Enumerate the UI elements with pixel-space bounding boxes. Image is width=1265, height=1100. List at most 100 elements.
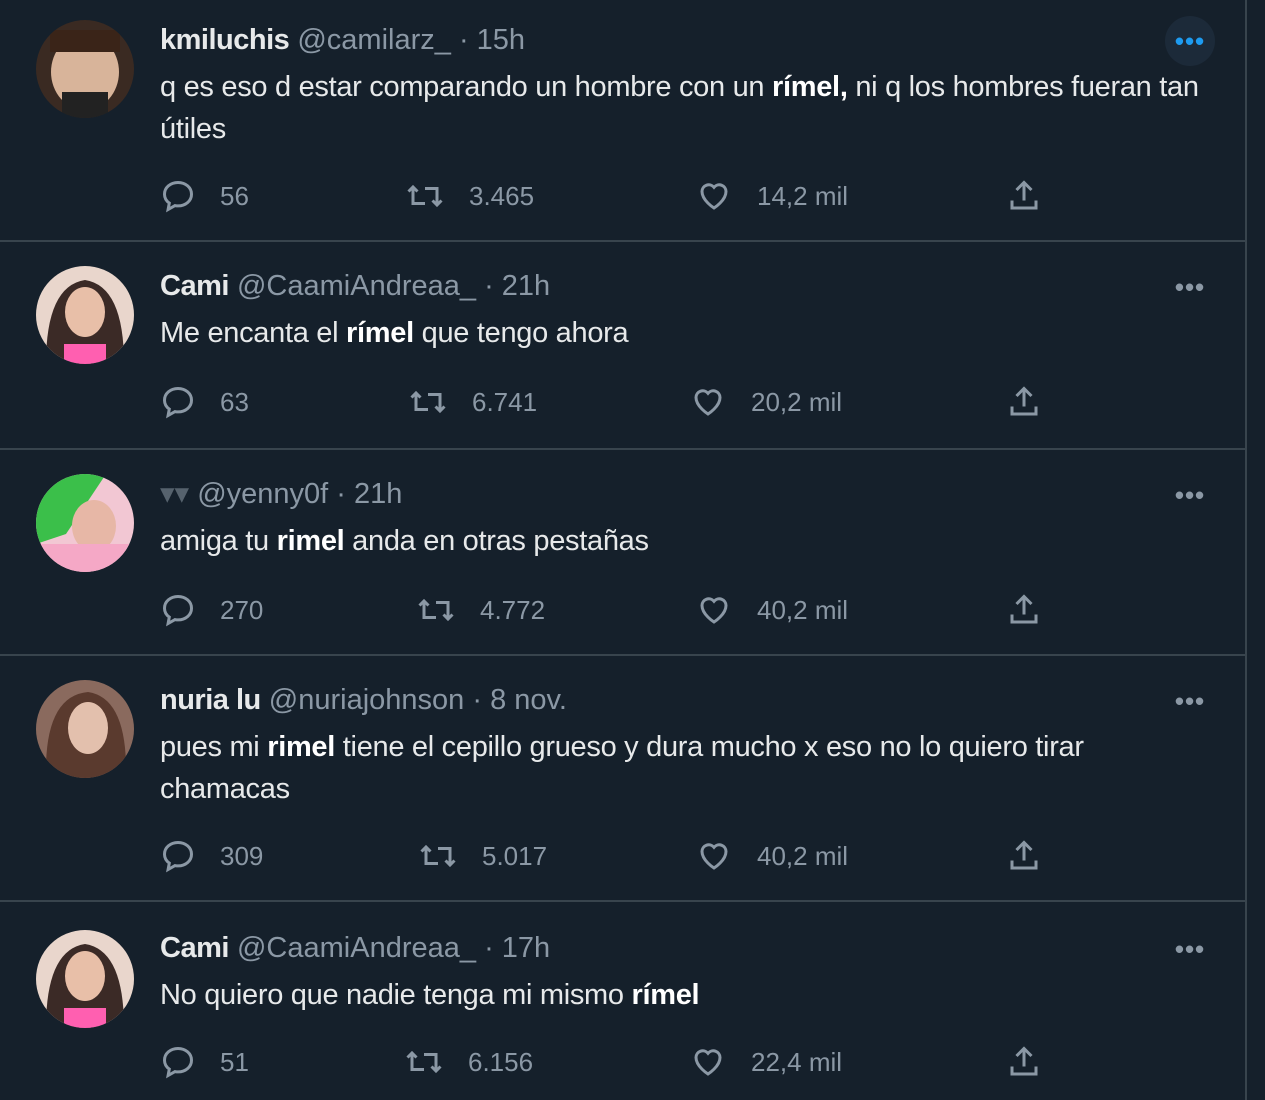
avatar[interactable] bbox=[36, 474, 134, 572]
tweet-header: ▾▾ @yenny0f · 21h bbox=[160, 476, 402, 512]
action-bar: 56 3.465 14,2 mil bbox=[0, 176, 1245, 216]
separator: · bbox=[484, 932, 494, 964]
like-count: 40,2 mil bbox=[757, 594, 849, 625]
retweet-icon bbox=[418, 598, 454, 622]
retweet-count: 5.017 bbox=[482, 840, 548, 871]
retweet-count: 3.465 bbox=[469, 180, 535, 211]
separator: · bbox=[484, 270, 494, 302]
action-bar: 63 6.741 20,2 mil bbox=[0, 382, 1245, 422]
like-button[interactable]: 22,4 mil bbox=[689, 1042, 842, 1082]
like-count: 20,2 mil bbox=[751, 386, 843, 417]
tweet[interactable]: kmiluchis @camilarz_ · 15h ••• q es eso … bbox=[0, 0, 1245, 242]
reply-icon bbox=[162, 594, 194, 627]
tweet[interactable]: Cami @CaamiAndreaa_ · 21h ••• Me encanta… bbox=[0, 242, 1245, 450]
handle[interactable]: @nuriajohnson bbox=[269, 684, 465, 716]
tweet[interactable]: Cami @CaamiAndreaa_ · 17h ••• No quiero … bbox=[0, 902, 1245, 1100]
tweet-header: nuria lu @nuriajohnson · 8 nov. bbox=[160, 682, 567, 718]
retweet-button[interactable]: 6.156 bbox=[404, 1042, 533, 1082]
like-button[interactable]: 14,2 mil bbox=[695, 176, 848, 216]
retweet-button[interactable]: 4.772 bbox=[416, 590, 545, 630]
reply-button[interactable]: 270 bbox=[160, 590, 263, 630]
text-part: q es eso d estar comparando un hombre co… bbox=[160, 71, 772, 103]
tweet-text: q es eso d estar comparando un hombre co… bbox=[160, 66, 1200, 150]
more-icon[interactable]: ••• bbox=[1165, 470, 1215, 520]
reply-icon bbox=[162, 1046, 194, 1079]
avatar[interactable] bbox=[36, 20, 134, 118]
action-bar: 51 6.156 22,4 mil bbox=[0, 1042, 1245, 1082]
separator: · bbox=[336, 478, 346, 510]
action-bar: 309 5.017 40,2 mil bbox=[0, 836, 1245, 876]
retweet-button[interactable]: 5.017 bbox=[418, 836, 547, 876]
tweet[interactable]: ▾▾ @yenny0f · 21h ••• amiga tu rimel and… bbox=[0, 450, 1245, 656]
retweet-button[interactable]: 6.741 bbox=[408, 382, 537, 422]
display-name[interactable]: Cami bbox=[160, 932, 229, 964]
retweet-count: 6.156 bbox=[468, 1046, 534, 1077]
retweet-count: 6.741 bbox=[472, 386, 538, 417]
share-button[interactable] bbox=[1006, 1042, 1066, 1082]
blurred-name: ▾▾ bbox=[160, 478, 190, 510]
text-part: amiga tu bbox=[160, 525, 277, 557]
reply-button[interactable]: 56 bbox=[160, 176, 249, 216]
timestamp[interactable]: 21h bbox=[354, 478, 402, 510]
handle[interactable]: @camilarz_ bbox=[297, 24, 451, 56]
heart-icon bbox=[700, 183, 728, 210]
separator: · bbox=[458, 24, 469, 56]
handle[interactable]: @yenny0f bbox=[197, 478, 328, 510]
avatar[interactable] bbox=[36, 266, 134, 364]
text-highlight: rímel bbox=[346, 317, 414, 349]
text-highlight: rimel bbox=[267, 731, 336, 763]
tweet-text: Me encanta el rímel que tengo ahora bbox=[160, 312, 1200, 354]
tweet-text: pues mi rimel tiene el cepillo grueso y … bbox=[160, 726, 1200, 810]
text-highlight: rímel bbox=[631, 979, 700, 1011]
text-part: pues mi bbox=[160, 731, 268, 763]
handle[interactable]: @CaamiAndreaa_ bbox=[237, 270, 476, 302]
retweet-button[interactable]: 3.465 bbox=[405, 176, 534, 216]
text-part: Me encanta el bbox=[160, 317, 347, 349]
reply-button[interactable]: 309 bbox=[160, 836, 263, 876]
avatar[interactable] bbox=[36, 930, 134, 1028]
reply-count: 63 bbox=[220, 386, 249, 417]
separator: · bbox=[472, 684, 483, 716]
share-button[interactable] bbox=[1006, 836, 1066, 876]
share-button[interactable] bbox=[1006, 382, 1066, 422]
like-button[interactable]: 40,2 mil bbox=[695, 590, 848, 630]
heart-icon bbox=[700, 843, 728, 870]
text-highlight: rimel bbox=[276, 525, 345, 557]
timestamp[interactable]: 17h bbox=[502, 932, 550, 964]
more-icon[interactable]: ••• bbox=[1165, 676, 1215, 726]
share-icon bbox=[1010, 840, 1038, 870]
reply-count: 56 bbox=[220, 180, 249, 211]
like-button[interactable]: 40,2 mil bbox=[695, 836, 848, 876]
retweet-icon bbox=[420, 844, 456, 868]
display-name[interactable]: kmiluchis bbox=[160, 24, 290, 56]
timestamp[interactable]: 8 nov. bbox=[490, 684, 567, 716]
tweet-header: Cami @CaamiAndreaa_ · 21h bbox=[160, 268, 550, 304]
share-button[interactable] bbox=[1006, 590, 1066, 630]
text-part: que tengo ahora bbox=[413, 317, 629, 349]
retweet-icon bbox=[407, 184, 443, 208]
action-bar: 270 4.772 40,2 mil bbox=[0, 590, 1245, 630]
reply-icon bbox=[162, 840, 194, 873]
retweet-icon bbox=[410, 390, 446, 414]
share-button[interactable] bbox=[1006, 176, 1066, 216]
share-icon bbox=[1010, 594, 1038, 624]
handle[interactable]: @CaamiAndreaa_ bbox=[237, 932, 476, 964]
reply-button[interactable]: 63 bbox=[160, 382, 249, 422]
like-button[interactable]: 20,2 mil bbox=[689, 382, 842, 422]
like-count: 22,4 mil bbox=[751, 1046, 843, 1077]
reply-button[interactable]: 51 bbox=[160, 1042, 249, 1082]
retweet-count: 4.772 bbox=[480, 594, 546, 625]
more-icon[interactable]: ••• bbox=[1165, 16, 1215, 66]
share-icon bbox=[1010, 1046, 1038, 1076]
tweet-text: amiga tu rimel anda en otras pestañas bbox=[160, 520, 1200, 562]
timestamp[interactable]: 15h bbox=[477, 24, 525, 56]
tweet[interactable]: nuria lu @nuriajohnson · 8 nov. ••• pues… bbox=[0, 656, 1245, 902]
display-name[interactable]: nuria lu bbox=[160, 684, 261, 716]
display-name[interactable]: Cami bbox=[160, 270, 229, 302]
avatar[interactable] bbox=[36, 680, 134, 778]
timestamp[interactable]: 21h bbox=[502, 270, 550, 302]
more-icon[interactable]: ••• bbox=[1165, 262, 1215, 312]
heart-icon bbox=[700, 597, 728, 624]
reply-count: 309 bbox=[220, 840, 264, 871]
more-icon[interactable]: ••• bbox=[1165, 924, 1215, 974]
